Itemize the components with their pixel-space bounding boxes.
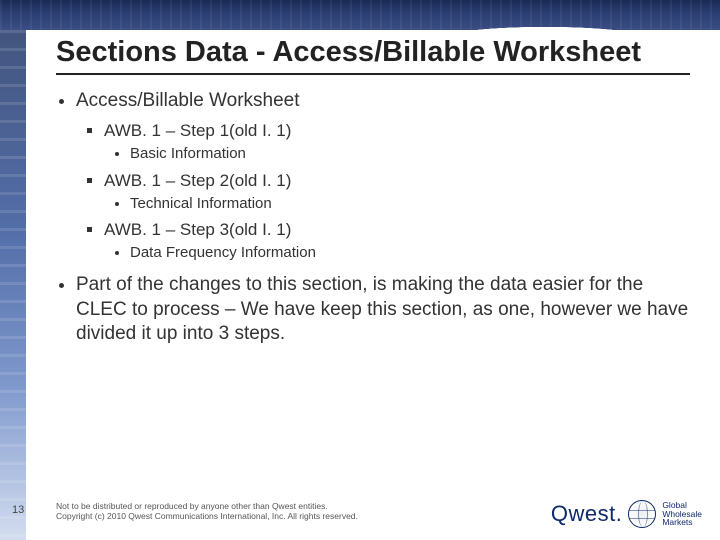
logo-brand: Qwest xyxy=(551,501,616,526)
footer: 13 Not to be distributed or reproduced b… xyxy=(0,488,720,540)
bullet-step-2-text: AWB. 1 – Step 2(old I. 1) xyxy=(104,171,291,190)
bullet-step-2-sub: Technical Information xyxy=(130,194,690,214)
bullet-sublist-1: AWB. 1 – Step 1(old I. 1) Basic Informat… xyxy=(76,120,690,263)
slide-title: Sections Data - Access/Billable Workshee… xyxy=(56,36,690,69)
bullet-step-1-sub: Basic Information xyxy=(130,144,690,164)
bullet-list: Access/Billable Worksheet AWB. 1 – Step … xyxy=(56,89,690,347)
logo-tag-3: Markets xyxy=(662,518,702,527)
bullet-step-3-sublist: Data Frequency Information xyxy=(104,243,690,263)
page-number: 13 xyxy=(12,504,24,516)
header-wave xyxy=(0,14,720,30)
header-band xyxy=(0,0,720,30)
slide: Sections Data - Access/Billable Workshee… xyxy=(0,0,720,540)
logo-tagline: Global Wholesale Markets xyxy=(662,501,702,528)
legal-line-2: Copyright (c) 2010 Qwest Communications … xyxy=(56,511,358,522)
bullet-step-3-text: AWB. 1 – Step 3(old I. 1) xyxy=(104,220,291,239)
logo-dot: . xyxy=(616,501,623,526)
logo-wordmark: Qwest. xyxy=(551,501,622,527)
bullet-step-1-sublist: Basic Information xyxy=(104,144,690,164)
bullet-main-1: Access/Billable Worksheet AWB. 1 – Step … xyxy=(76,89,690,262)
qwest-logo: Qwest. Global Wholesale Markets xyxy=(551,500,702,528)
bullet-step-1-text: AWB. 1 – Step 1(old I. 1) xyxy=(104,121,291,140)
bullet-step-3: AWB. 1 – Step 3(old I. 1) Data Frequency… xyxy=(104,219,690,263)
bullet-main-2: Part of the changes to this section, is … xyxy=(76,273,690,347)
legal-text: Not to be distributed or reproduced by a… xyxy=(56,501,358,522)
bullet-step-2: AWB. 1 – Step 2(old I. 1) Technical Info… xyxy=(104,170,690,214)
globe-icon xyxy=(628,500,656,528)
content-area: Sections Data - Access/Billable Workshee… xyxy=(56,30,690,357)
bullet-step-2-sublist: Technical Information xyxy=(104,194,690,214)
bullet-main-1-text: Access/Billable Worksheet xyxy=(76,90,300,111)
left-strip xyxy=(0,30,26,540)
legal-line-1: Not to be distributed or reproduced by a… xyxy=(56,501,358,512)
bullet-step-3-sub: Data Frequency Information xyxy=(130,243,690,263)
title-underline xyxy=(56,73,690,75)
globe-meridian xyxy=(638,501,648,527)
bullet-step-1: AWB. 1 – Step 1(old I. 1) Basic Informat… xyxy=(104,120,690,164)
